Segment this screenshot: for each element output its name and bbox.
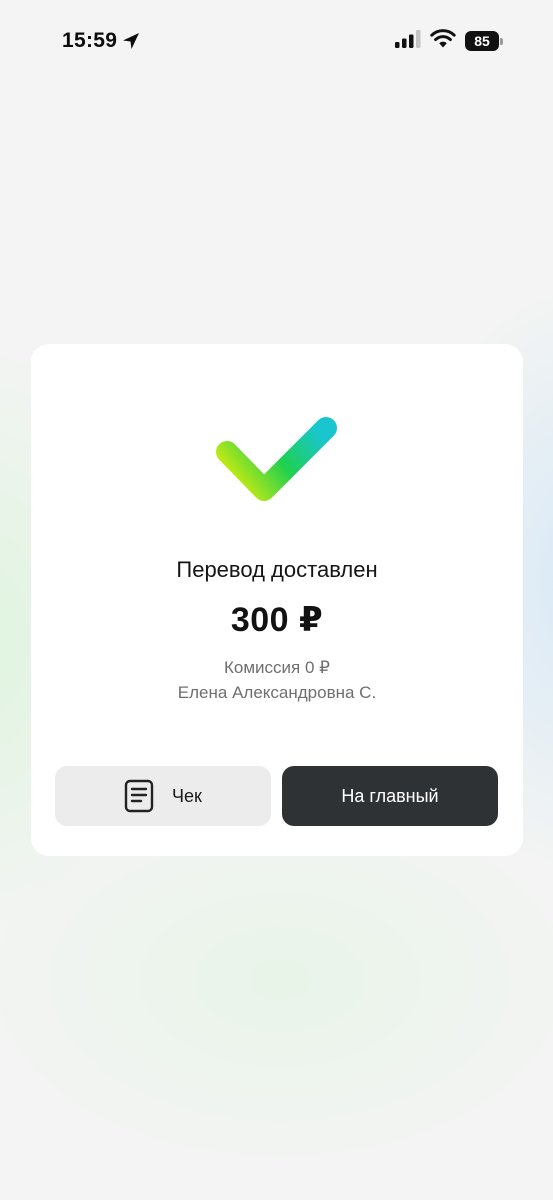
cellular-signal-icon: [395, 29, 421, 53]
battery-icon: 85: [465, 31, 503, 51]
battery-level: 85: [465, 31, 499, 51]
home-button-label: На главный: [341, 785, 439, 806]
transfer-status-title: Перевод доставлен: [176, 557, 378, 582]
status-bar: 15:59 85: [0, 0, 553, 80]
receipt-button[interactable]: Чек: [55, 766, 271, 826]
home-button[interactable]: На главный: [282, 766, 498, 826]
recipient-name: Елена Александровна С.: [177, 683, 377, 702]
status-indicators: 85: [395, 28, 503, 54]
location-arrow-icon: [121, 31, 141, 51]
receipt-icon: [124, 779, 154, 813]
transfer-amount: 300 ₽: [230, 601, 324, 639]
status-time-group: 15:59: [62, 27, 141, 55]
receipt-button-label: Чек: [172, 785, 202, 806]
transfer-fee: Комиссия 0 ₽: [224, 658, 330, 677]
wifi-icon: [430, 29, 456, 53]
battery-cap: [500, 37, 503, 45]
success-checkmark-icon: [207, 406, 347, 517]
status-time: 15:59: [62, 29, 118, 52]
